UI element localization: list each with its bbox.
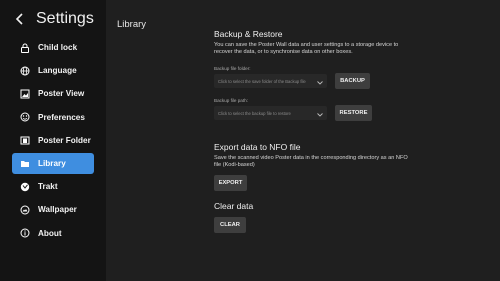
restore-button[interactable]: RESTORE: [335, 105, 372, 121]
sidebar-item-label: Trakt: [38, 182, 58, 192]
sidebar-item-wallpaper[interactable]: Wallpaper: [12, 199, 94, 220]
clear-data-title: Clear data: [214, 201, 254, 211]
backup-restore-section: Backup & Restore You can save the Poster…: [214, 29, 414, 121]
export-nfo-title: Export data to NFO file: [214, 142, 301, 152]
backup-restore-title: Backup & Restore: [214, 29, 283, 39]
library-icon: [20, 158, 30, 168]
backup-path-placeholder: Click to select the backup file to resto…: [218, 110, 291, 116]
info-icon: [20, 228, 30, 238]
backup-folder-row: Click to select the save folder of the B…: [214, 73, 414, 89]
export-nfo-description: Save the scanned video Poster data in th…: [214, 155, 408, 168]
backup-path-select[interactable]: Click to select the backup file to resto…: [214, 106, 327, 120]
sidebar-header: Settings: [13, 10, 94, 28]
wallpaper-icon: [20, 205, 30, 215]
trakt-icon: [20, 182, 30, 192]
backup-folder-label: Backup file folder:: [214, 66, 251, 71]
folder-icon: [20, 135, 30, 145]
library-settings-content: Backup & Restore You can save the Poster…: [214, 29, 414, 233]
backup-folder-placeholder: Click to select the save folder of the B…: [218, 78, 306, 84]
backup-path-label: Backup file path:: [214, 98, 248, 103]
settings-title: Settings: [36, 10, 94, 27]
backup-folder-select[interactable]: Click to select the save folder of the B…: [214, 74, 327, 88]
settings-nav: Child lock Language Poster View Preferen…: [12, 37, 94, 246]
sidebar-item-trakt[interactable]: Trakt: [12, 176, 94, 197]
preferences-icon: [20, 112, 30, 122]
sidebar-item-child-lock[interactable]: Child lock: [12, 37, 94, 58]
sidebar-item-poster-view[interactable]: Poster View: [12, 83, 94, 104]
back-arrow-icon[interactable]: [13, 12, 27, 26]
main-panel: Library Backup & Restore You can save th…: [106, 0, 500, 281]
sidebar-item-language[interactable]: Language: [12, 60, 94, 81]
page-title: Library: [117, 19, 147, 30]
chevron-down-icon: [317, 104, 323, 122]
sidebar-item-label: Poster Folder: [38, 135, 91, 145]
sidebar-item-preferences[interactable]: Preferences: [12, 107, 94, 128]
image-icon: [20, 89, 30, 99]
globe-icon: [20, 66, 30, 76]
sidebar-item-label: Wallpaper: [38, 205, 77, 215]
sidebar-item-label: Preferences: [38, 112, 85, 122]
sidebar-item-label: Poster View: [38, 89, 85, 99]
sidebar: Settings Child lock Language Poster View…: [0, 0, 106, 281]
backup-restore-description: You can save the Poster Wall data and us…: [214, 42, 399, 55]
backup-path-row: Click to select the backup file to resto…: [214, 105, 414, 121]
sidebar-item-library[interactable]: Library: [12, 152, 94, 174]
sidebar-item-label: Library: [38, 158, 66, 168]
sidebar-item-label: Language: [38, 66, 77, 76]
clear-button[interactable]: CLEAR: [214, 217, 246, 233]
sidebar-item-label: Child lock: [38, 43, 78, 52]
export-button[interactable]: EXPORT: [214, 175, 247, 191]
export-nfo-section: Export data to NFO file Save the scanned…: [214, 142, 414, 191]
sidebar-item-about[interactable]: About: [12, 223, 94, 244]
lock-icon: [20, 43, 30, 53]
chevron-down-icon: [317, 72, 323, 90]
sidebar-item-poster-folder[interactable]: Poster Folder: [12, 130, 94, 151]
clear-data-section: Clear data CLEAR: [214, 201, 414, 233]
backup-button[interactable]: BACKUP: [335, 73, 370, 89]
sidebar-item-label: About: [38, 228, 62, 238]
